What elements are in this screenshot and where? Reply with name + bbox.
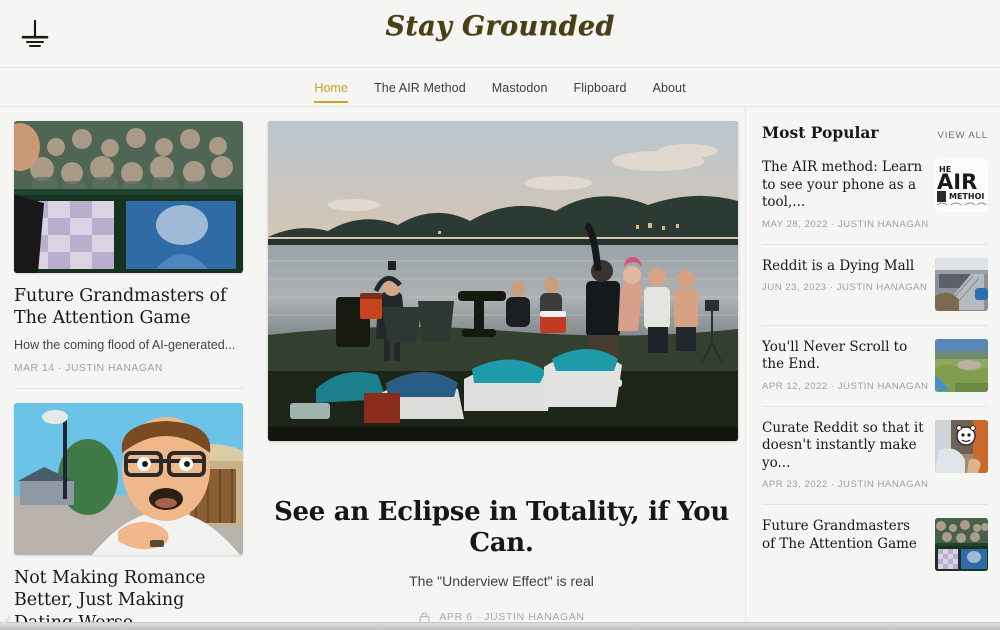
most-popular-title: Most Popular	[762, 123, 879, 142]
popular-item-title[interactable]: The AIR method: Learn to see your phone …	[762, 159, 924, 212]
left-article-column: Future Grandmasters of The Attention Gam…	[0, 107, 258, 628]
view-all-link[interactable]: VIEW ALL	[937, 130, 988, 141]
content-area: Future Grandmasters of The Attention Gam…	[0, 107, 1000, 628]
popular-item-title[interactable]: Curate Reddit so that it doesn't instant…	[762, 420, 924, 473]
most-popular-sidebar: Most Popular VIEW ALL The AIR method: Le…	[745, 107, 1000, 628]
popular-item-meta: JUN 23, 2023 · JUSTIN HANAGAN	[762, 282, 928, 294]
featured-article-body: See an Eclipse in Totality, if You Can. …	[268, 441, 735, 624]
popular-item-title[interactable]: Reddit is a Dying Mall	[762, 258, 924, 276]
article-title[interactable]: Not Making Romance Better, Just Making D…	[14, 567, 244, 628]
featured-article-title[interactable]: See an Eclipse in Totality, if You Can.	[268, 497, 735, 559]
popular-item-title[interactable]: You'll Never Scroll to the End.	[762, 339, 924, 374]
popular-item-thumbnail-reddit-mask[interactable]	[935, 419, 988, 473]
popular-item-thumbnail-mall[interactable]	[935, 257, 988, 311]
main-navigation: Home The AIR Method Mastodon Flipboard A…	[0, 68, 1000, 107]
divider	[14, 387, 244, 389]
popular-item-title[interactable]: Future Grandmasters of The Attention Gam…	[762, 518, 924, 553]
window-scrollbar[interactable]	[0, 622, 1000, 630]
popular-item-thumbnail-landscape[interactable]	[935, 338, 988, 392]
featured-article: See an Eclipse in Totality, if You Can. …	[258, 107, 745, 628]
svg-text:AIR: AIR	[937, 170, 977, 194]
popular-item-thumbnail-chess[interactable]	[935, 518, 988, 572]
page-root: Stay Grounded Home The AIR Method Mastod…	[0, 0, 1000, 630]
article-card[interactable]: Not Making Romance Better, Just Making D…	[14, 402, 244, 628]
article-title[interactable]: Future Grandmasters of The Attention Gam…	[14, 285, 244, 330]
featured-article-excerpt: The "Underview Effect" is real	[409, 573, 594, 590]
most-popular-header: Most Popular VIEW ALL	[762, 123, 988, 142]
featured-image-lake-sunset[interactable]	[268, 121, 738, 441]
nav-item-about[interactable]: About	[653, 72, 686, 103]
svg-text:METHOI: METHOI	[949, 192, 984, 201]
nav-item-home[interactable]: Home	[314, 72, 348, 103]
popular-list-item[interactable]: Reddit is a Dying Mall JUN 23, 2023 · JU…	[762, 243, 988, 325]
article-thumbnail-chess[interactable]	[14, 121, 243, 273]
article-meta: MAR 14 · JUSTIN HANAGAN	[14, 362, 163, 374]
article-thumbnail-cartoon[interactable]	[14, 402, 243, 555]
popular-item-meta: APR 23, 2022 · JUSTIN HANAGAN	[762, 479, 929, 491]
article-card[interactable]: Future Grandmasters of The Attention Gam…	[14, 121, 244, 374]
popular-list-item[interactable]: The AIR method: Learn to see your phone …	[762, 159, 988, 244]
popular-list-item[interactable]: Future Grandmasters of The Attention Gam…	[762, 504, 988, 585]
popular-item-meta: MAY 28, 2022 · JUSTIN HANAGAN	[762, 218, 929, 230]
site-title: Stay Grounded	[385, 11, 615, 42]
nav-item-flipboard[interactable]: Flipboard	[574, 72, 627, 103]
popular-list-item[interactable]: You'll Never Scroll to the End. APR 12, …	[762, 324, 988, 406]
popular-item-thumbnail-air-method[interactable]: HE AIR METHOI	[935, 159, 988, 212]
nav-item-the-air-method[interactable]: The AIR Method	[374, 72, 466, 103]
nav-item-mastodon[interactable]: Mastodon	[492, 72, 548, 103]
article-excerpt: How the coming flood of AI-generated...	[14, 337, 236, 352]
popular-item-meta: APR 12, 2022 · JUSTIN HANAGAN	[762, 380, 929, 392]
popular-list-item[interactable]: Curate Reddit so that it doesn't instant…	[762, 405, 988, 505]
site-header: Stay Grounded	[0, 0, 1000, 68]
